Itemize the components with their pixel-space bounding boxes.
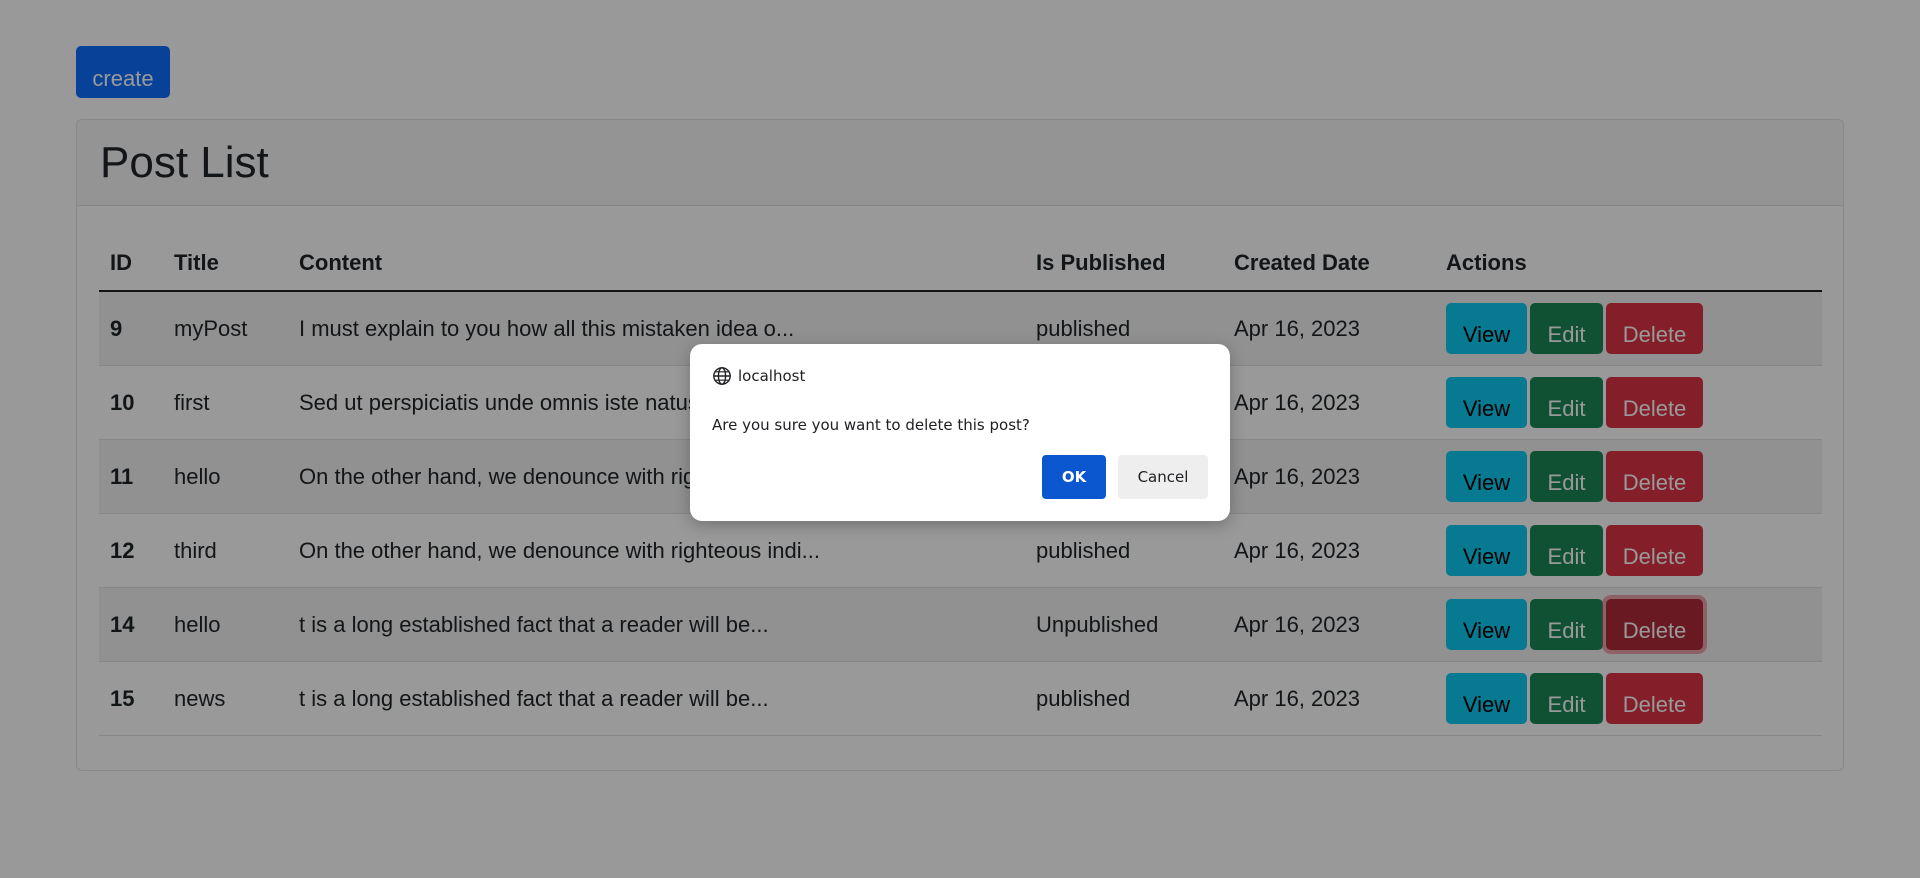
globe-icon (713, 367, 731, 385)
ok-button[interactable]: OK (1042, 455, 1106, 499)
dialog-message: Are you sure you want to delete this pos… (712, 416, 1030, 434)
dialog-origin-label: localhost (738, 367, 806, 385)
dialog-origin: localhost (712, 366, 805, 386)
confirm-dialog: localhost Are you sure you want to delet… (690, 344, 1230, 521)
cancel-button[interactable]: Cancel (1118, 455, 1208, 499)
